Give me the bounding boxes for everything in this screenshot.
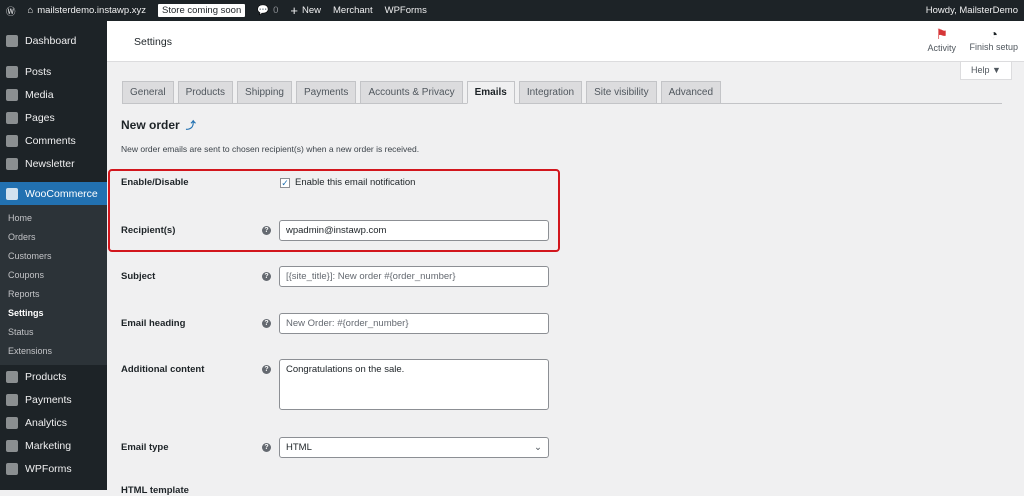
admin-bar: Ⓦ ⌂ mailsterdemo.instawp.xyz Store coming… (0, 0, 1024, 21)
chevron-down-icon: ⌄ (534, 442, 542, 453)
section-description: New order emails are sent to chosen reci… (121, 144, 420, 154)
menu-wpforms[interactable]: WPForms (0, 457, 107, 480)
enable-label: Enable/Disable (121, 177, 189, 188)
menu-products[interactable]: Products (0, 365, 107, 388)
comments-link[interactable]: 💬 0 (251, 0, 284, 21)
tab-general[interactable]: General (122, 81, 174, 104)
flag-icon: ⚑ (935, 26, 949, 42)
comment-icon: 💬 (257, 5, 270, 16)
tab-shipping[interactable]: Shipping (237, 81, 292, 104)
merchant-link[interactable]: Merchant (327, 0, 379, 21)
additional-content-textarea[interactable]: Congratulations on the sale. (279, 359, 549, 410)
html-template-label: HTML template (121, 485, 189, 496)
woocommerce-icon (6, 187, 18, 200)
page-title: Settings (134, 36, 172, 48)
submenu-home[interactable]: Home (0, 209, 107, 228)
subject-input[interactable]: [{site_title}]: New order #{order_number… (279, 266, 549, 287)
tab-site-visibility[interactable]: Site visibility (586, 81, 657, 104)
help-tab-button[interactable]: Help ▼ (960, 62, 1012, 80)
submenu-customers[interactable]: Customers (0, 247, 107, 266)
menu-dashboard[interactable]: Dashboard (0, 29, 107, 52)
menu-marketing[interactable]: Marketing (0, 434, 107, 457)
menu-media[interactable]: Media (0, 83, 107, 106)
menu-pages[interactable]: Pages (0, 106, 107, 129)
analytics-icon (6, 416, 18, 429)
additional-content-label: Additional content (121, 364, 205, 375)
submenu-coupons[interactable]: Coupons (0, 266, 107, 285)
new-link[interactable]: + New (284, 0, 327, 21)
store-status-badge[interactable]: Store coming soon (158, 4, 246, 17)
submenu-settings[interactable]: Settings (0, 304, 107, 323)
email-type-select[interactable]: HTML ⌄ (279, 437, 549, 458)
tab-payments[interactable]: Payments (295, 81, 357, 104)
page-header: Settings ⚑ Activity ◔ Finish setup (107, 21, 1024, 62)
help-tip-icon[interactable]: ? (262, 443, 271, 452)
payments-icon (6, 393, 18, 406)
progress-circle-icon: ◔ (989, 26, 998, 42)
tab-products[interactable]: Products (177, 81, 234, 104)
tab-emails[interactable]: Emails (466, 81, 515, 104)
site-link[interactable]: ⌂ mailsterdemo.instawp.xyz (22, 0, 153, 21)
menu-payments[interactable]: Payments (0, 388, 107, 411)
menu-woocommerce[interactable]: WooCommerce (0, 182, 107, 205)
wpforms-link[interactable]: WPForms (379, 0, 433, 21)
back-link-icon[interactable]: ⤴ (186, 121, 196, 132)
activity-button[interactable]: ⚑ Activity (927, 26, 956, 53)
recipient-label: Recipient(s) (121, 225, 176, 236)
recipient-input[interactable]: wpadmin@instawp.com (279, 220, 549, 241)
menu-analytics[interactable]: Analytics (0, 411, 107, 434)
help-tip-icon[interactable]: ? (262, 272, 271, 281)
section-heading: New order ⤴ (121, 118, 196, 132)
help-tip-icon[interactable]: ? (262, 365, 271, 374)
help-tip-icon[interactable]: ? (262, 319, 271, 328)
home-icon: ⌂ (27, 5, 34, 16)
sidebar: Dashboard Posts Media Pages Comments New… (0, 21, 107, 490)
newsletter-icon (6, 157, 18, 170)
tab-integration[interactable]: Integration (518, 81, 583, 104)
subject-label: Subject (121, 271, 156, 282)
woocommerce-submenu: Home Orders Customers Coupons Reports Se… (0, 205, 107, 365)
enable-checkbox[interactable]: ✓ (280, 177, 290, 188)
plus-icon: + (290, 3, 298, 18)
tab-advanced[interactable]: Advanced (660, 81, 722, 104)
submenu-status[interactable]: Status (0, 323, 107, 342)
dashboard-icon (6, 34, 18, 47)
submenu-reports[interactable]: Reports (0, 285, 107, 304)
enable-checkbox-label: Enable this email notification (295, 177, 416, 188)
email-heading-label: Email heading (121, 318, 186, 329)
menu-posts[interactable]: Posts (0, 60, 107, 83)
email-type-label: Email type (121, 442, 169, 453)
menu-newsletter[interactable]: Newsletter (0, 152, 107, 175)
tab-accounts-privacy[interactable]: Accounts & Privacy (360, 81, 463, 104)
media-icon (6, 88, 18, 101)
products-icon (6, 370, 18, 383)
help-tip-icon[interactable]: ? (262, 226, 271, 235)
submenu-orders[interactable]: Orders (0, 228, 107, 247)
howdy-user[interactable]: Howdy, MailsterDemo (920, 0, 1024, 21)
finish-setup-button[interactable]: ◔ Finish setup (969, 26, 1018, 52)
wpforms-icon (6, 462, 18, 475)
settings-tabs: General Products Shipping Payments Accou… (122, 81, 1002, 104)
comments-icon (6, 134, 18, 147)
megaphone-icon (6, 439, 18, 452)
pin-icon (6, 65, 18, 78)
wordpress-logo-icon[interactable]: Ⓦ (0, 0, 22, 21)
submenu-extensions[interactable]: Extensions (0, 342, 107, 361)
email-heading-input[interactable]: New Order: #{order_number} (279, 313, 549, 334)
pages-icon (6, 111, 18, 124)
menu-comments[interactable]: Comments (0, 129, 107, 152)
